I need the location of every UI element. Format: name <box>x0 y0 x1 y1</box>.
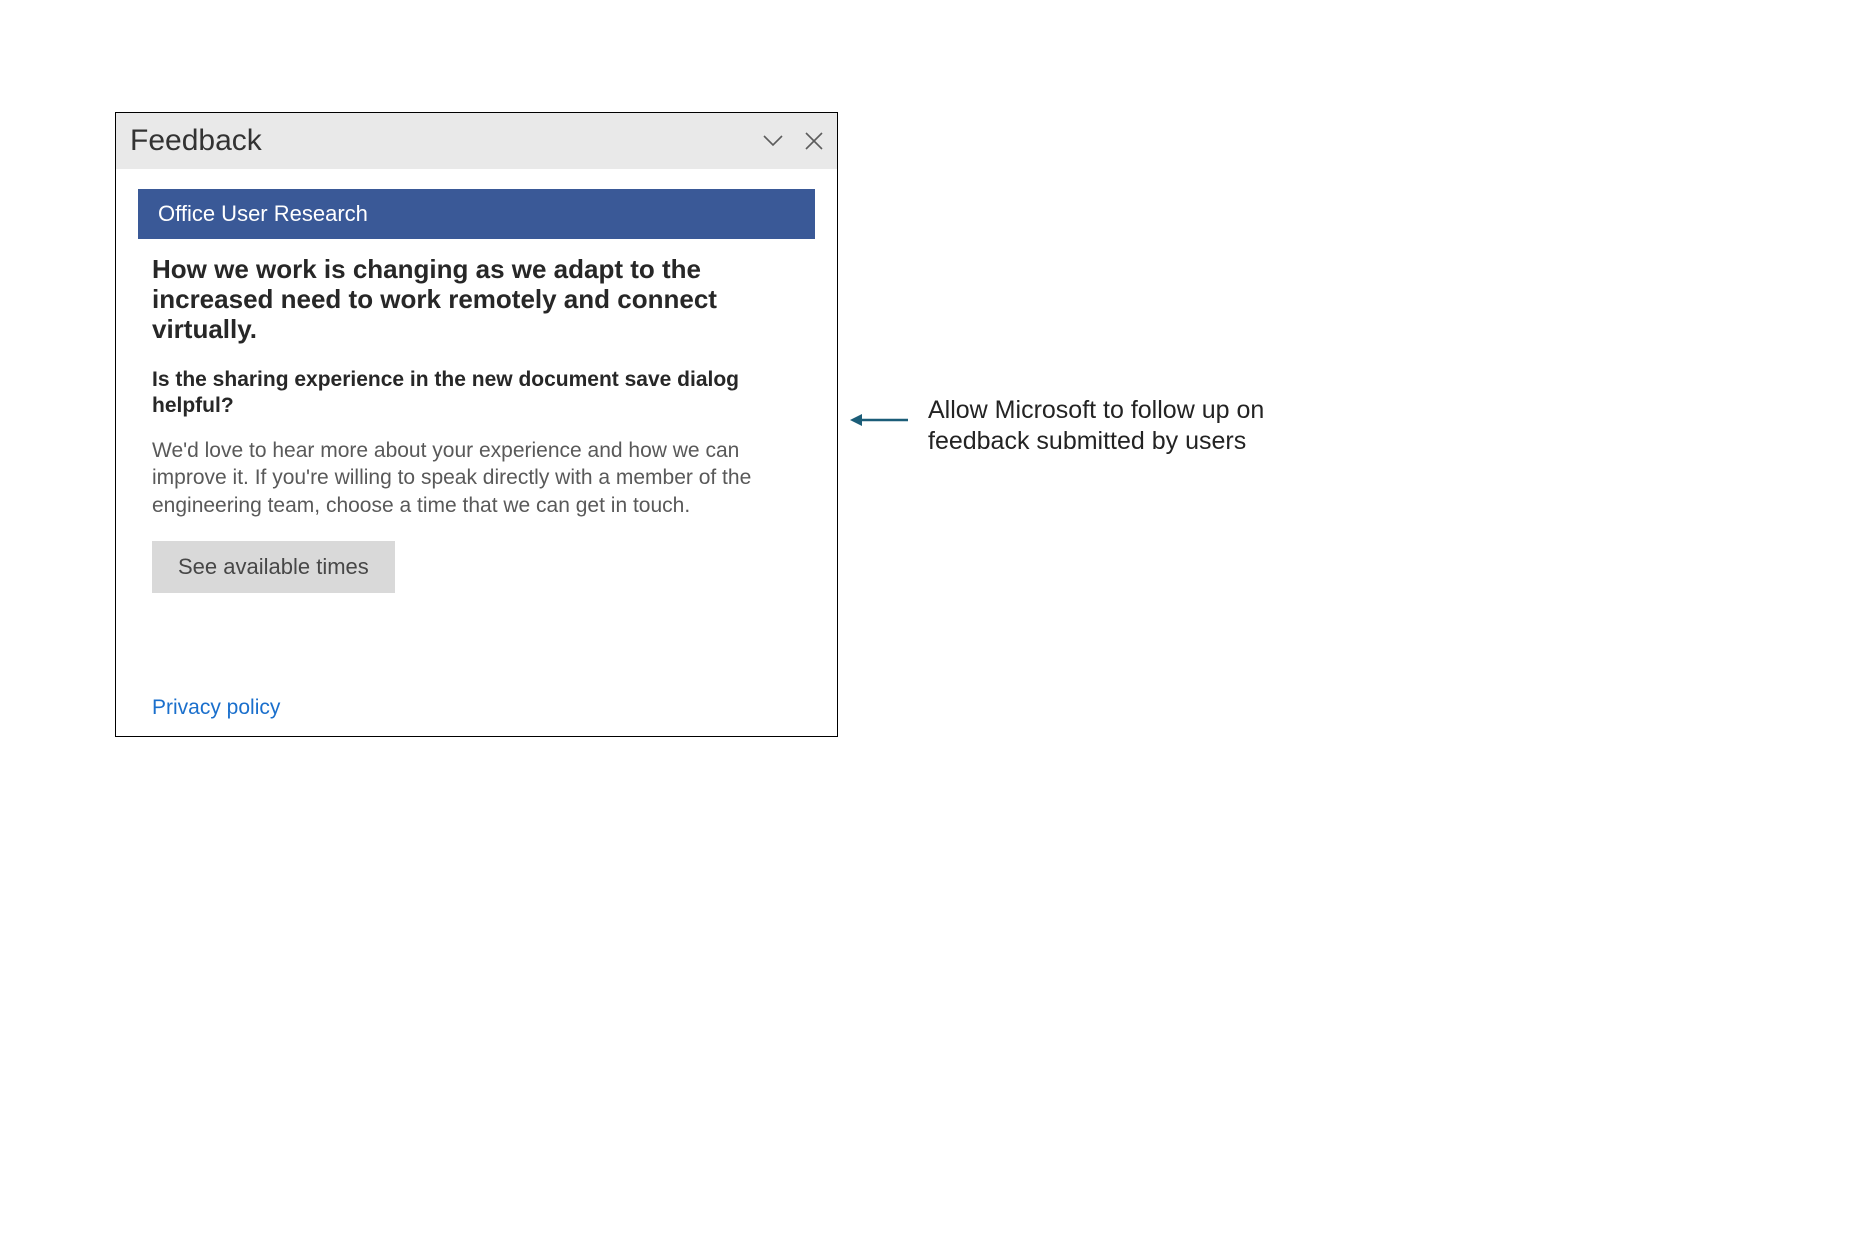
titlebar-controls <box>763 132 823 150</box>
panel-title: Feedback <box>130 124 262 158</box>
feedback-subheading: Is the sharing experience in the new doc… <box>152 367 801 420</box>
panel-content: How we work is changing as we adapt to t… <box>116 239 837 593</box>
arrow-left-icon <box>850 413 910 427</box>
feedback-heading: How we work is changing as we adapt to t… <box>152 255 801 345</box>
close-icon[interactable] <box>805 132 823 150</box>
feedback-panel: Feedback Office User Research How we wor… <box>115 112 838 737</box>
panel-titlebar: Feedback <box>116 113 837 169</box>
feedback-body-text: We'd love to hear more about your experi… <box>152 437 801 519</box>
callout-annotation: Allow Microsoft to follow up on feedback… <box>850 395 1348 458</box>
chevron-down-icon[interactable] <box>763 135 783 147</box>
panel-body: Office User Research How we work is chan… <box>116 169 837 736</box>
annotation-text: Allow Microsoft to follow up on feedback… <box>928 395 1348 458</box>
see-available-times-button[interactable]: See available times <box>152 541 395 593</box>
research-banner: Office User Research <box>138 189 815 239</box>
privacy-policy-link[interactable]: Privacy policy <box>152 696 280 720</box>
